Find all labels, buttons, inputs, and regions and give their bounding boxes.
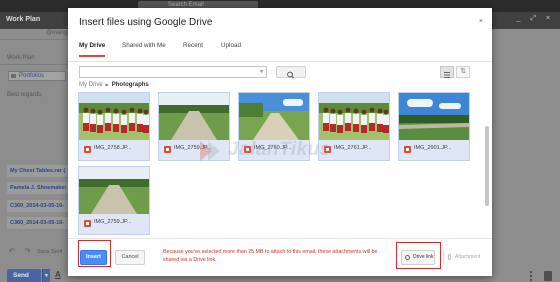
attachment-item: Pamela J. Shoemaker [7,182,71,194]
tab-recent[interactable]: Recent [183,42,203,55]
divider [0,64,72,65]
photo-thumbnail [239,93,309,140]
file-name: IMG_2759.JP... [94,219,132,225]
photo-thumbnail [79,167,149,214]
photo-thumbnail [159,93,229,140]
search-button[interactable] [276,66,306,79]
cancel-button[interactable]: Cancel [115,250,145,265]
more-options-icon [530,271,536,281]
file-card[interactable]: IMG_2901.JP... [398,92,470,161]
drive-link-icon [405,255,410,260]
file-grid: IMG_2758.JP... IMG_2759.JP... IMG_2760.J… [68,92,492,237]
tab-my-drive[interactable]: My Drive [79,42,106,57]
trash-icon [544,271,552,281]
file-card[interactable]: IMG_2758.JP... [78,92,150,161]
file-card[interactable]: IMG_2759.JP... [78,166,150,235]
image-file-icon [164,146,171,153]
attachment-item: My Chest Tables.rar ( [7,165,71,177]
size-notice: Because you've selected more than 25 MB … [163,249,378,263]
image-file-icon [84,146,91,153]
photo-thumbnail [319,93,389,140]
send-options-icon: ▼ [42,269,50,282]
photo-thumbnail [399,93,469,140]
scrollbar-thumb[interactable] [485,126,489,206]
insert-button[interactable]: Insert [80,250,107,265]
close-icon[interactable]: × [479,18,483,25]
file-name: IMG_2761.JP... [334,145,372,151]
attachment-item: C360_2014-03-05-16- [7,200,71,212]
scrollbar[interactable] [484,92,490,237]
drive-chip: Portfolios [8,71,66,81]
breadcrumb-current: Photographs [111,82,149,88]
attachment-item: C360_2014-03-05-16- [7,217,71,229]
breadcrumb-separator-icon: ▶ [105,82,109,87]
file-card[interactable]: IMG_2759.JP... [158,92,230,161]
list-view-toggle[interactable] [440,66,454,78]
dialog-title: Insert files using Google Drive [79,17,213,28]
sort-icon[interactable]: ⇅ [456,66,470,78]
tab-bar: My Drive Shared with Me Recent Upload [68,37,492,62]
insert-files-dialog: Insert files using Google Drive × My Dri… [68,8,492,276]
compose-title: Work Plan [6,16,41,23]
tab-shared-with-me[interactable]: Shared with Me [122,42,166,55]
window-controls-icon: _ ⤢ × [516,15,554,22]
undo-redo-icon: ↶ ↷ [9,248,35,255]
list-view-icon [444,72,450,78]
image-file-icon [84,220,91,227]
drive-link-label: Drive link [413,254,434,260]
paperclip-icon [448,254,451,260]
attachment-label: Attachment [455,254,481,260]
tab-upload[interactable]: Upload [221,42,241,55]
image-file-icon [404,146,411,153]
divider [0,39,72,40]
body-text: Best regards, [7,92,43,98]
file-name: IMG_2901.JP... [414,145,452,151]
photo-thumbnail [79,93,149,140]
image-file-icon [324,146,331,153]
attachment-button[interactable]: Attachment [443,250,483,265]
file-card[interactable]: IMG_2760.JP... [238,92,310,161]
file-name: IMG_2758.JP... [94,145,132,151]
font-selector: Sans Serif [37,249,63,255]
file-card[interactable]: IMG_2761.JP... [318,92,390,161]
file-name: IMG_2759.JP... [174,145,212,151]
drive-link-button[interactable]: Drive link [401,250,435,265]
send-button: Send [7,269,41,282]
subject-field: Work Plan [7,55,35,61]
dialog-footer: Insert Cancel Because you've selected mo… [68,238,492,276]
search-icon [287,71,294,79]
search-input[interactable]: ▼ [79,66,267,78]
breadcrumb: My Drive ▶ Photographs [79,82,149,88]
formatting-icon: A [55,270,61,279]
breadcrumb-root[interactable]: My Drive [79,82,103,88]
file-name: IMG_2760.JP... [254,145,292,151]
image-file-icon [244,146,251,153]
dropdown-caret-icon[interactable]: ▼ [259,69,264,75]
